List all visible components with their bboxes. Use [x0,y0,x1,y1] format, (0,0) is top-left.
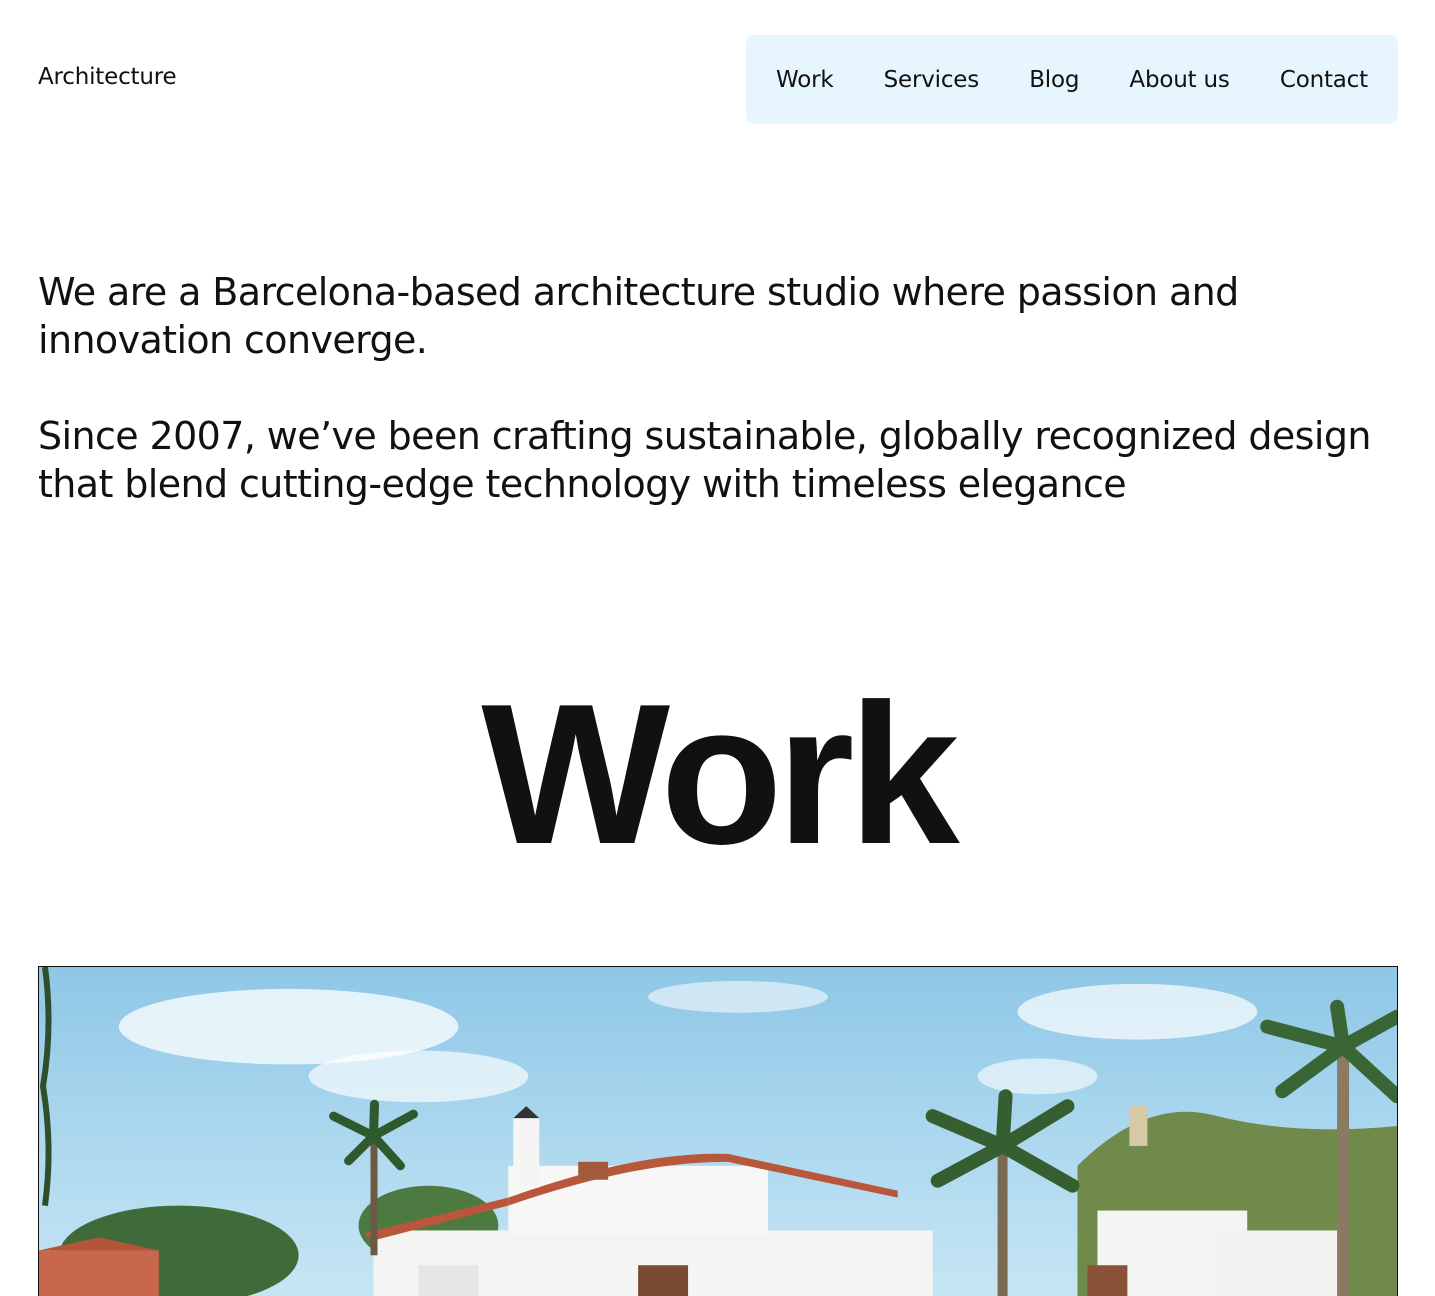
site-logo[interactable]: Architecture [38,64,177,90]
intro-section: We are a Barcelona-based architecture st… [38,268,1408,508]
work-section-title: Work [481,663,959,886]
nav-item-work[interactable]: Work [776,67,834,93]
nav-item-contact[interactable]: Contact [1280,67,1368,93]
intro-paragraph: Since 2007, we’ve been crafting sustaina… [38,414,1371,506]
villa-photo-illustration [39,967,1397,1296]
nav-item-services[interactable]: Services [884,67,980,93]
nav-item-blog[interactable]: Blog [1029,67,1079,93]
main-nav: Work Services Blog About us Contact [746,35,1398,124]
nav-item-about-us[interactable]: About us [1129,67,1229,93]
work-featured-image[interactable] [38,966,1398,1296]
intro-paragraph: We are a Barcelona-based architecture st… [38,270,1239,362]
